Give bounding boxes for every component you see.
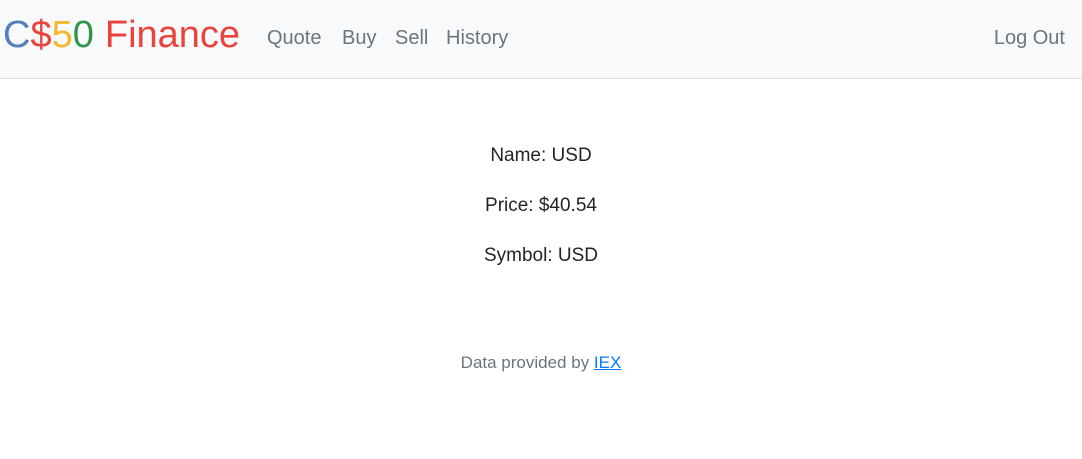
navbar: C$50 Finance Quote Buy Sell History Log O…: [0, 0, 1082, 79]
footer: Data provided by IEX: [0, 352, 1082, 374]
nav-buy-link[interactable]: Buy: [342, 26, 376, 50]
iex-link[interactable]: IEX: [594, 353, 621, 372]
brand-letter-dollar: $: [30, 14, 52, 56]
brand-letter-0: 0: [72, 14, 94, 56]
brand-finance-word: Finance: [104, 14, 241, 56]
brand-letter-5: 5: [51, 14, 73, 56]
footer-attribution-text: Data provided by: [460, 353, 594, 372]
nav-logout-link[interactable]: Log Out: [994, 26, 1065, 50]
nav-history-link[interactable]: History: [446, 26, 508, 50]
quote-price-text: Price: $40.54: [485, 195, 597, 216]
brand-letter-c: C: [3, 14, 31, 56]
quote-symbol-text: Symbol: USD: [483, 245, 599, 266]
brand-logo-link[interactable]: C$50 Finance: [3, 13, 240, 57]
nav-sell-link[interactable]: Sell: [395, 26, 428, 50]
quote-name-text: Name: USD: [490, 145, 592, 166]
nav-quote-link[interactable]: Quote: [267, 26, 321, 50]
